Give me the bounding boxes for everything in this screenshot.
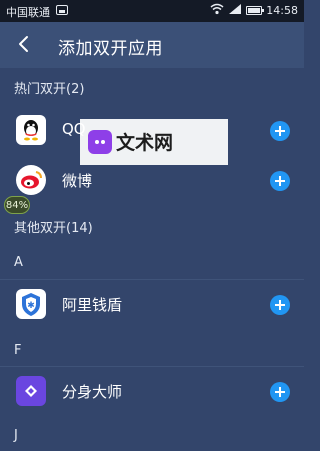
clock: 14:58 [266,4,298,17]
index-letter-j: J [14,428,18,443]
status-bar: 中国联通 14:58 [0,0,304,22]
carrier-label: 中国联通 [6,6,50,19]
svg-text:✱: ✱ [27,301,35,311]
app-name-weibo: 微博 [62,172,93,190]
watermark-text: 文术网 [116,132,174,154]
add-button-weibo[interactable] [270,171,290,191]
add-button-fenshen[interactable] [270,382,290,402]
list-item-aliqiandun[interactable]: ✱ 阿里钱盾 [0,284,304,324]
list-item-fenshen[interactable]: 分身大师 [0,371,304,411]
add-button-aliqiandun[interactable] [270,295,290,315]
index-letter-a: A [14,255,23,270]
app-name-aliqiandun: 阿里钱盾 [62,296,123,314]
battery-icon [246,6,264,15]
add-button-qq[interactable] [270,121,290,141]
watermark: 文术网 [80,119,228,165]
divider [0,279,304,280]
page-title: 添加双开应用 [58,39,163,59]
signal-icon [228,3,242,18]
qq-icon [16,115,46,145]
divider [0,366,304,367]
shield-icon: ✱ [16,289,46,319]
app-toolbar: 添加双开应用 [0,22,304,68]
app-name-fenshen: 分身大师 [62,383,123,401]
fenshen-app-icon [16,376,46,406]
progress-badge: 84% [4,196,30,214]
watermark-logo-icon [88,130,112,154]
back-arrow-icon[interactable] [12,32,36,56]
weibo-icon [16,165,46,195]
section-hot-header: 热门双开(2) [14,82,85,97]
section-other-header: 其他双开(14) [14,221,93,236]
image-notification-icon [56,5,68,15]
index-letter-f: F [14,343,22,358]
wifi-icon [210,3,224,18]
list-item-weibo[interactable]: 微博 [0,160,304,200]
